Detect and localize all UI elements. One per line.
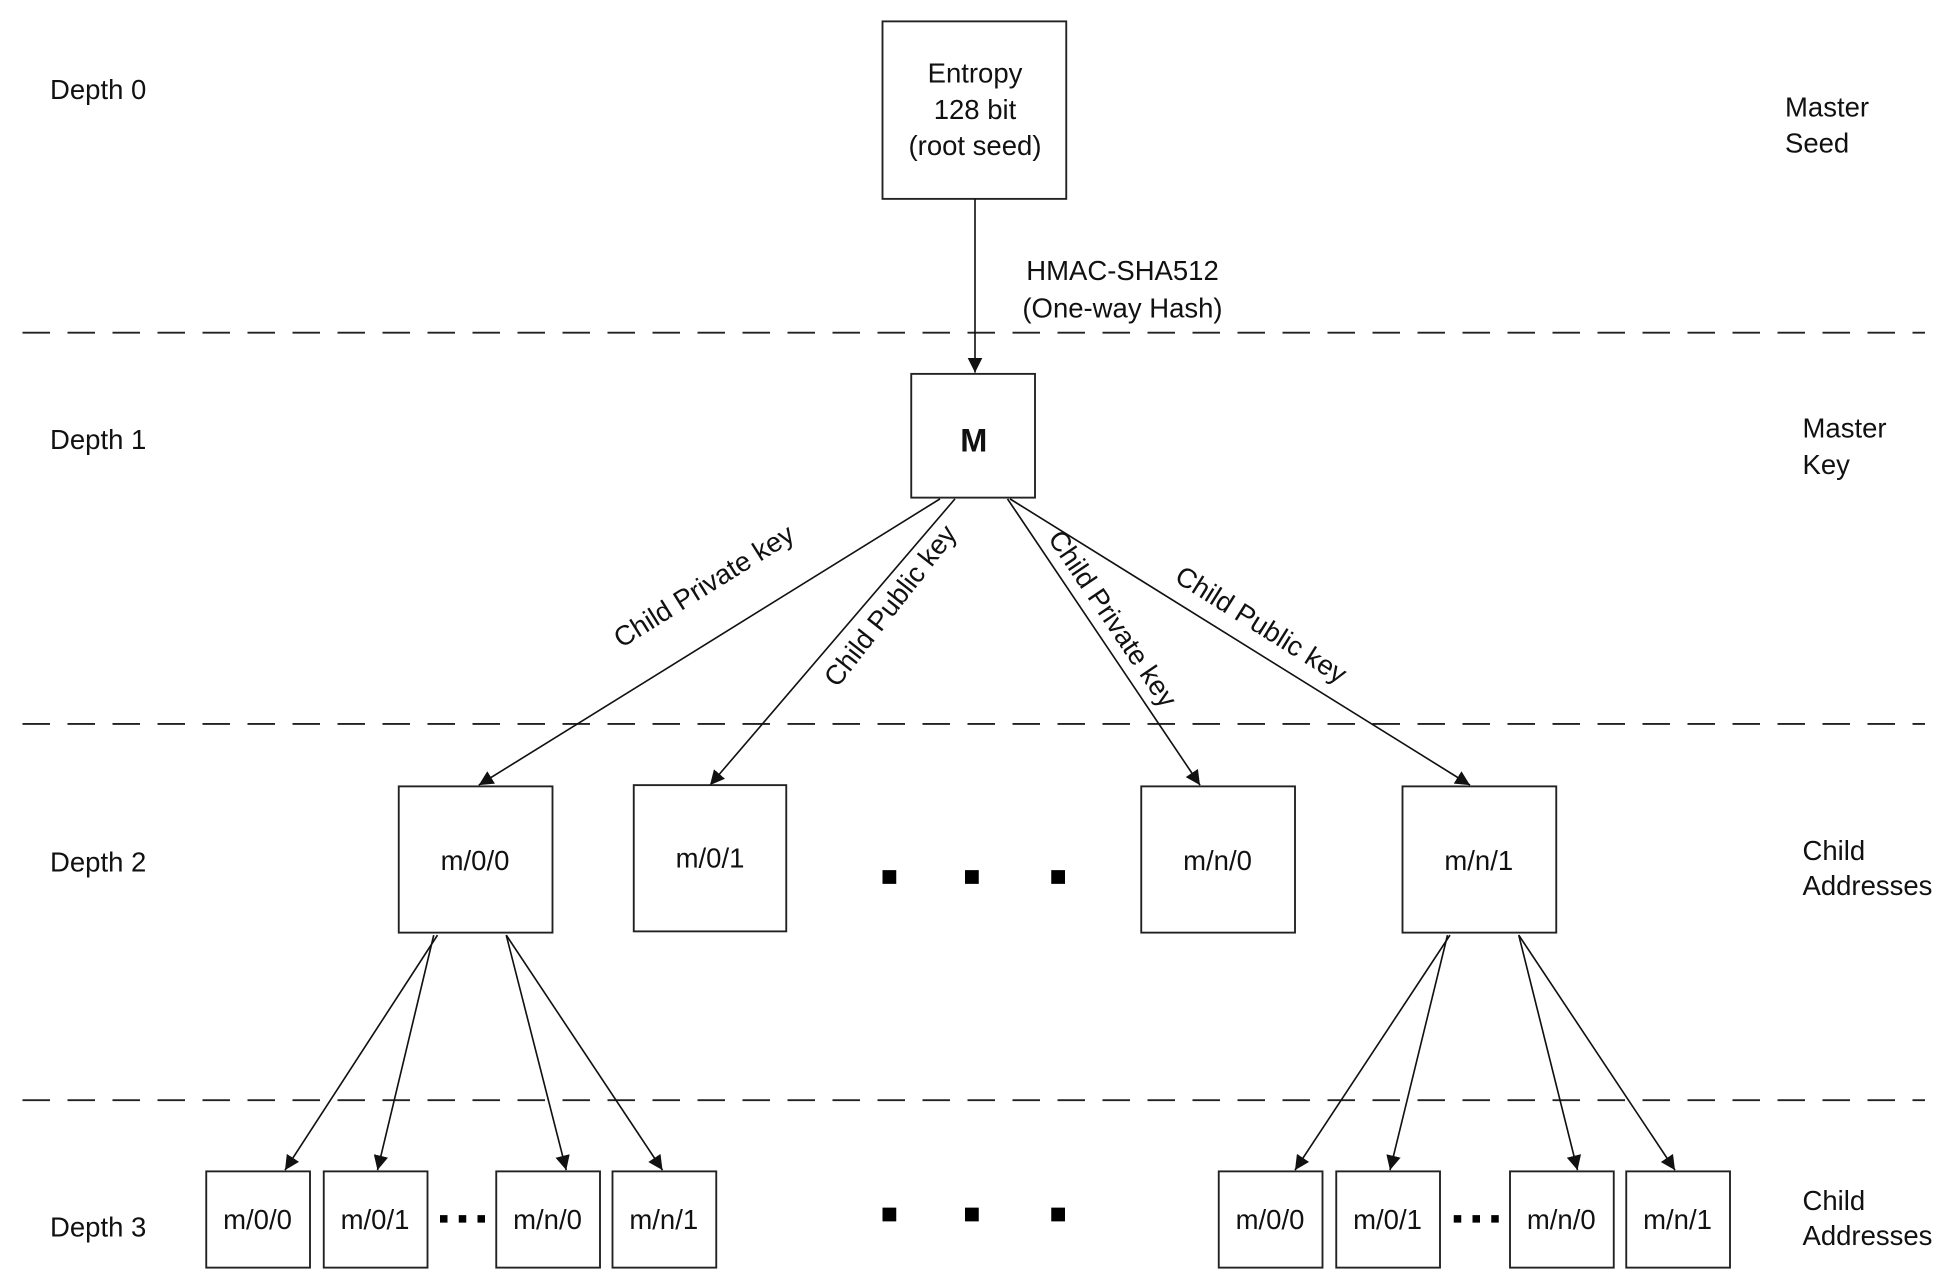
hd-wallet-diagram: Depth 0 Depth 1 Depth 2 Depth 3 Master S… <box>22 20 1933 1269</box>
derivation-edge <box>1517 934 1582 1171</box>
ellipsis-dot <box>458 1215 467 1223</box>
ellipsis-dot <box>965 870 979 884</box>
hash-label: (One-way Hash) <box>1022 293 1222 324</box>
depth2-node-label: m/n/0 <box>1183 845 1252 876</box>
child-private-key-edge <box>1006 498 1201 786</box>
depth3-node-label: m/0/0 <box>223 1204 292 1235</box>
depth-3-label: Depth 3 <box>50 1211 146 1242</box>
ellipsis-dot <box>1472 1215 1480 1223</box>
depth-2-label: Depth 2 <box>50 846 146 877</box>
edge-label: Child Private key <box>1042 524 1183 713</box>
child-addresses-label: Addresses <box>1803 870 1933 901</box>
derivation-edge <box>1518 934 1676 1171</box>
edge-label: Child Public key <box>1170 560 1353 690</box>
depth2-node-label: m/0/0 <box>441 845 510 876</box>
master-key-text: M <box>960 422 987 458</box>
master-seed-label: Seed <box>1785 128 1849 159</box>
depth3-node-label: m/n/1 <box>1643 1204 1712 1235</box>
ellipsis-dot <box>477 1215 485 1223</box>
derivation-edge <box>1386 934 1449 1171</box>
derivation-edge <box>505 934 664 1171</box>
depth3-node-label: m/0/0 <box>1236 1204 1305 1235</box>
master-seed-label: Master <box>1785 91 1869 122</box>
child-addresses-label: Addresses <box>1803 1220 1933 1251</box>
master-key-label: Key <box>1803 449 1851 480</box>
root-seed-text: 128 bit <box>934 94 1017 125</box>
ellipsis-dot <box>1453 1215 1462 1223</box>
depth3-node-label: m/n/0 <box>513 1204 582 1235</box>
root-seed-text: (root seed) <box>909 130 1042 161</box>
ellipsis-dot <box>1051 870 1065 884</box>
derivation-edge <box>373 934 435 1171</box>
depth2-node-label: m/0/1 <box>676 843 745 874</box>
ellipsis-dot <box>440 1215 448 1223</box>
ellipsis-dot <box>1051 1207 1065 1222</box>
child-addresses-label: Child <box>1803 835 1866 866</box>
edge-label: Child Public key <box>818 519 963 692</box>
depth-1-label: Depth 1 <box>50 424 146 455</box>
child-addresses-label: Child <box>1803 1185 1866 1216</box>
depth3-node-label: m/n/1 <box>629 1204 698 1235</box>
ellipsis-dot <box>882 1207 897 1222</box>
depth-0-label: Depth 0 <box>50 74 146 105</box>
depth2-node-label: m/n/1 <box>1444 845 1513 876</box>
derivation-edge <box>284 934 439 1171</box>
edge-label: Child Private key <box>608 518 800 654</box>
master-key-label: Master <box>1803 413 1887 444</box>
derivation-edge <box>1294 934 1451 1171</box>
hash-label: HMAC-SHA512 <box>1026 255 1219 286</box>
root-seed-text: Entropy <box>928 58 1023 89</box>
depth3-node-label: m/n/0 <box>1527 1204 1596 1235</box>
ellipsis-dot <box>965 1207 979 1222</box>
depth3-node-label: m/0/1 <box>341 1204 410 1235</box>
depth3-node-label: m/0/1 <box>1353 1204 1422 1235</box>
ellipsis-dot <box>882 870 897 884</box>
derivation-edge <box>505 934 570 1171</box>
ellipsis-dot <box>1491 1215 1499 1223</box>
